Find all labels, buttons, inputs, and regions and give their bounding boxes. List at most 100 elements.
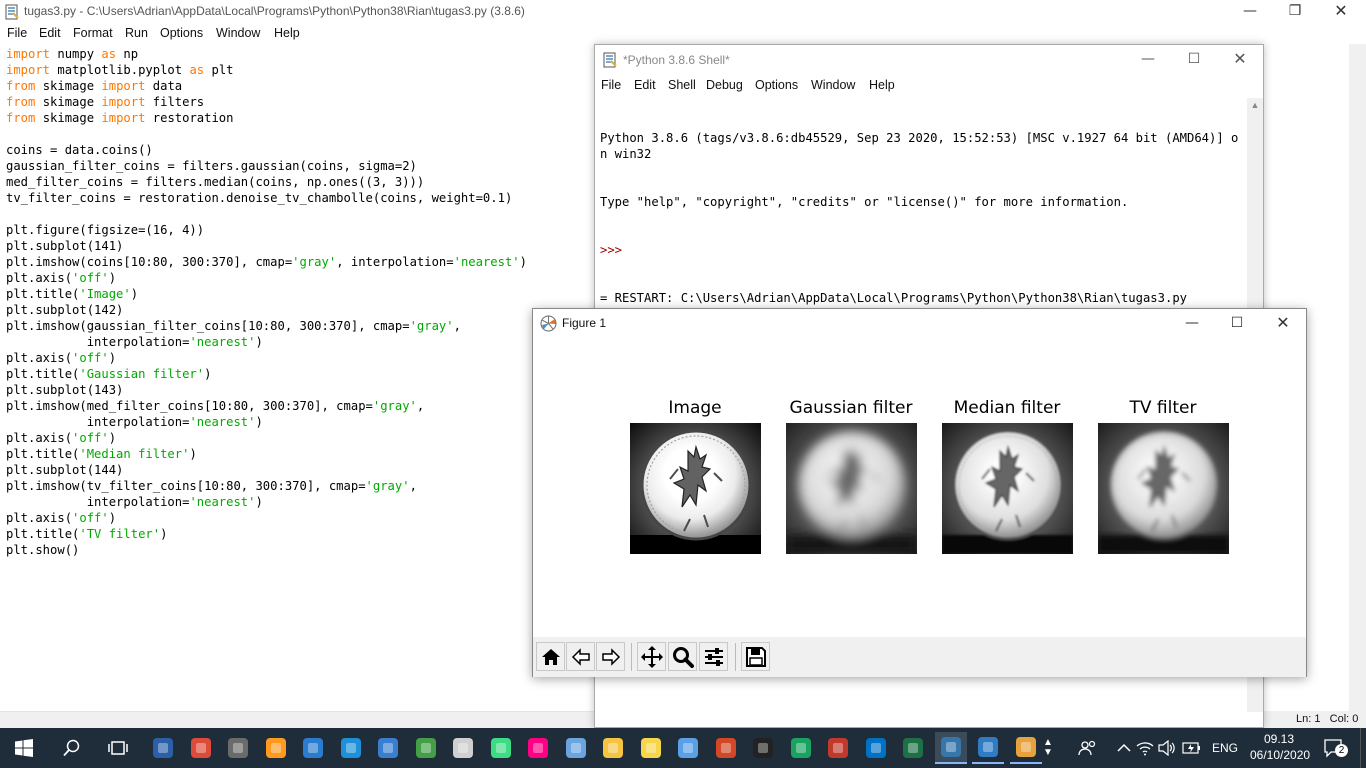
shell-banner: Python 3.8.6 (tags/v3.8.6:db45529, Sep 2…	[600, 131, 1239, 161]
vscode-icon[interactable]	[297, 732, 329, 764]
close-button[interactable]: ✕	[1318, 0, 1364, 24]
flickr-icon[interactable]	[522, 732, 554, 764]
paint-icon[interactable]	[672, 732, 704, 764]
figure-minimize-button[interactable]: —	[1169, 312, 1215, 336]
virtualbox-icon[interactable]	[372, 732, 404, 764]
shell-menu-edit[interactable]: Edit	[634, 78, 656, 92]
notification-center-icon[interactable]: 2	[1318, 732, 1350, 764]
code-line: coins = data.coins()	[6, 142, 527, 158]
volume-icon[interactable]	[1156, 732, 1178, 764]
forward-icon[interactable]	[596, 642, 625, 671]
back-icon[interactable]	[566, 642, 595, 671]
menu-options[interactable]: Options	[160, 26, 203, 40]
code-text: plt.axis(	[6, 271, 73, 285]
scroll-up-arrow-icon[interactable]: ▲	[1247, 98, 1263, 110]
code-line: plt.show()	[6, 542, 527, 558]
menu-file[interactable]: File	[7, 26, 27, 40]
refresh-app-icon[interactable]	[785, 732, 817, 764]
idle-file-icon	[5, 4, 19, 20]
figure-titlebar[interactable]: Figure 1 — ☐ ✕	[533, 309, 1306, 339]
shell-menu-debug[interactable]: Debug	[706, 78, 743, 92]
people-icon[interactable]	[1072, 732, 1104, 764]
android-studio-icon[interactable]	[485, 732, 517, 764]
menu-window[interactable]: Window	[216, 26, 260, 40]
code-editor[interactable]: import numpy as np import matplotlib.pypl…	[6, 46, 527, 558]
network-app-icon[interactable]	[822, 732, 854, 764]
windows-start-icon[interactable]	[6, 732, 42, 764]
code-text: )	[204, 367, 212, 381]
cmd-icon[interactable]	[747, 732, 779, 764]
menu-edit[interactable]: Edit	[39, 26, 61, 40]
shell-output[interactable]: Python 3.8.6 (tags/v3.8.6:db45529, Sep 2…	[600, 98, 1240, 338]
powerpoint-icon[interactable]	[710, 732, 742, 764]
code-text: )	[108, 431, 117, 445]
menu-help[interactable]: Help	[274, 26, 300, 40]
python-idle-icon[interactable]	[934, 732, 967, 764]
shell-menu-help[interactable]: Help	[869, 78, 895, 92]
dev-cpp-icon[interactable]	[222, 732, 254, 764]
file-explorer-icon[interactable]	[597, 732, 629, 764]
menu-format[interactable]: Format	[73, 26, 113, 40]
show-desktop-button[interactable]	[1360, 728, 1366, 768]
coin-image	[942, 423, 1073, 554]
tools-icon[interactable]	[447, 732, 479, 764]
edge-icon[interactable]	[335, 732, 367, 764]
code-text: ,	[453, 319, 461, 333]
menu-run[interactable]: Run	[125, 26, 148, 40]
code-text: plt.axis(	[6, 431, 73, 445]
shell-minimize-button[interactable]: —	[1125, 48, 1171, 72]
editor-titlebar[interactable]: tugas3.py - C:\Users\Adrian\AppData\Loca…	[0, 0, 1366, 24]
sticky-notes-icon[interactable]	[635, 732, 667, 764]
search-icon[interactable]	[56, 732, 88, 764]
outlook-icon[interactable]	[860, 732, 892, 764]
excel-icon[interactable]	[897, 732, 929, 764]
zoom-icon[interactable]	[668, 642, 697, 671]
subplot-title: Image	[668, 398, 722, 418]
coin-image	[630, 423, 761, 554]
browser-icon[interactable]	[560, 732, 592, 764]
shell-help-line: Type "help", "copyright", "credits" or "…	[600, 195, 1129, 209]
figure-close-button[interactable]: ✕	[1260, 312, 1306, 336]
pan-icon[interactable]	[637, 642, 666, 671]
chrome-icon[interactable]	[185, 732, 217, 764]
code-text: filters	[145, 95, 205, 109]
wifi-icon[interactable]	[1134, 732, 1156, 764]
restore-button[interactable]: ❐	[1272, 0, 1318, 24]
code-line: plt.imshow(med_filter_coins[10:80, 300:3…	[6, 398, 527, 414]
code-line: plt.axis('off')	[6, 350, 527, 366]
editor-vertical-scrollbar[interactable]	[1349, 44, 1366, 711]
clock[interactable]: 09.13 06/10/2020	[1250, 732, 1310, 762]
home-icon[interactable]	[536, 642, 565, 671]
snagit-icon[interactable]	[410, 732, 442, 764]
shell-titlebar[interactable]: *Python 3.8.6 Shell* — ☐ ✕	[595, 45, 1263, 75]
scroll-chevron-icon[interactable]: ▲ ▼	[1034, 732, 1062, 764]
figure-maximize-button[interactable]: ☐	[1214, 312, 1260, 336]
shell-menu-file[interactable]: File	[601, 78, 621, 92]
powershell-icon[interactable]	[147, 732, 179, 764]
editor-menubar: File Edit Format Run Options Window Help	[0, 24, 1366, 44]
code-keyword: import	[101, 95, 146, 109]
code-text: interpolation=	[6, 335, 190, 349]
shell-menu-shell[interactable]: Shell	[668, 78, 696, 92]
sublime-text-icon[interactable]	[260, 732, 292, 764]
shell-menu-options[interactable]: Options	[755, 78, 798, 92]
code-line: plt.title('Gaussian filter')	[6, 366, 527, 382]
code-text: plt.show()	[6, 543, 80, 557]
shell-close-button[interactable]: ✕	[1217, 48, 1263, 72]
code-text: plt.title(	[6, 527, 80, 541]
input-language[interactable]: ENG	[1212, 741, 1238, 755]
configure-subplots-icon[interactable]	[699, 642, 728, 671]
battery-plug-icon[interactable]	[1178, 732, 1206, 764]
save-icon[interactable]	[741, 642, 770, 671]
shell-menu-window[interactable]: Window	[811, 78, 855, 92]
code-line: from skimage import restoration	[6, 110, 527, 126]
code-keyword: as	[189, 63, 205, 77]
code-text: tv_filter_coins = restoration.denoise_tv…	[6, 191, 513, 205]
photos-icon[interactable]	[972, 732, 1004, 764]
editor-horizontal-scrollbar[interactable]	[0, 711, 596, 728]
shell-maximize-button[interactable]: ☐	[1171, 48, 1217, 72]
code-text: plt.imshow(tv_filter_coins[10:80, 300:37…	[6, 479, 366, 493]
task-view-icon[interactable]	[102, 732, 134, 764]
code-line: plt.imshow(coins[10:80, 300:370], cmap='…	[6, 254, 527, 270]
minimize-button[interactable]: —	[1227, 0, 1273, 24]
